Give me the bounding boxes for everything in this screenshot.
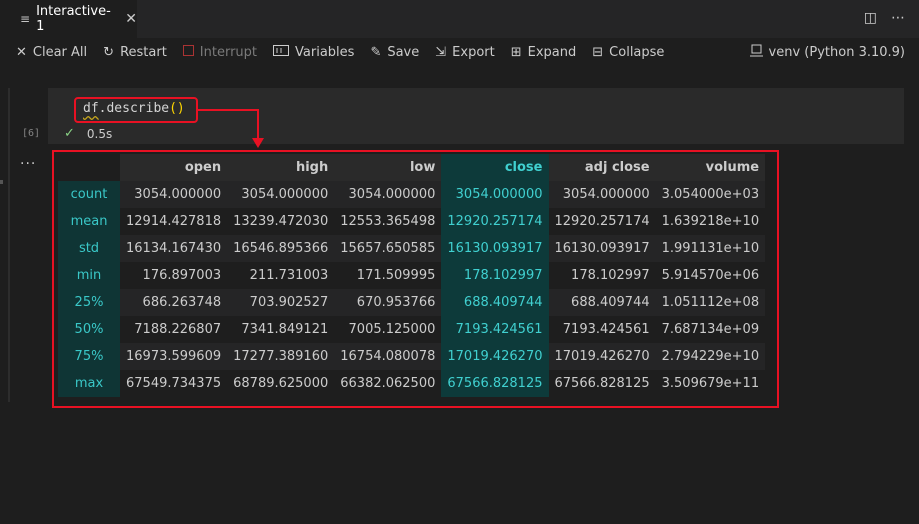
annotation-arrow-head: [252, 138, 264, 148]
annotation-arrow-vertical: [257, 109, 259, 139]
execution-count: [6]: [22, 128, 41, 139]
save-button[interactable]: ✎ Save: [370, 45, 419, 60]
annotation-box-code: [74, 97, 198, 123]
cell-duration: 0.5s: [86, 126, 113, 141]
annotation-arrow-horizontal: [198, 109, 258, 111]
more-actions-icon[interactable]: ⋯: [891, 10, 905, 26]
restart-icon: ↻: [103, 44, 115, 60]
save-icon: ✎: [370, 44, 382, 60]
expand-icon: ⊞: [510, 44, 522, 60]
editor-tab-bar: ≡ Interactive-1 ✕ ◫ ⋯: [0, 0, 919, 38]
kernel-picker[interactable]: venv (Python 3.10.9): [749, 44, 905, 61]
expand-button[interactable]: ⊞ Expand: [511, 45, 577, 60]
tabbar-actions: ◫ ⋯: [864, 10, 905, 26]
variables-icon: [273, 44, 290, 60]
save-label: Save: [387, 44, 420, 60]
split-editor-icon[interactable]: ◫: [864, 10, 877, 26]
tab-interactive-1[interactable]: ≡ Interactive-1 ✕: [0, 0, 137, 38]
clear-all-button[interactable]: ✕ Clear All: [16, 45, 87, 60]
close-icon[interactable]: ✕: [125, 11, 137, 27]
collapse-button[interactable]: ⊟ Collapse: [592, 45, 664, 60]
stop-icon: [182, 44, 194, 60]
collapse-icon: ⊟: [592, 44, 604, 60]
restart-label: Restart: [120, 44, 167, 60]
tab-title: Interactive-1: [36, 4, 111, 34]
kernel-label: venv (Python 3.10.9): [768, 45, 905, 60]
variables-button[interactable]: Variables: [273, 44, 355, 60]
interactive-toolbar: ✕ Clear All ↻ Restart Interrupt Variable…: [0, 38, 919, 66]
variables-label: Variables: [295, 44, 355, 60]
clear-all-label: Clear All: [32, 44, 88, 60]
restart-button[interactable]: ↻ Restart: [103, 45, 167, 60]
export-icon: ⇲: [435, 44, 447, 60]
interrupt-button[interactable]: Interrupt: [182, 44, 258, 60]
export-label: Export: [452, 44, 495, 60]
expand-label: Expand: [527, 44, 577, 60]
interrupt-label: Interrupt: [199, 44, 258, 60]
collapse-label: Collapse: [609, 44, 665, 60]
annotation-box-output: [52, 150, 779, 408]
cell-status: ✓ 0.5s: [64, 126, 112, 141]
side-marker: [0, 180, 3, 184]
cell-gutter: [8, 88, 10, 402]
check-icon: ✓: [64, 126, 75, 141]
output-more-icon[interactable]: ...: [20, 152, 36, 168]
export-button[interactable]: ⇲ Export: [435, 45, 494, 60]
close-icon: ✕: [16, 44, 27, 60]
notebook-icon: ≡: [20, 12, 31, 26]
kernel-icon: [749, 44, 763, 61]
